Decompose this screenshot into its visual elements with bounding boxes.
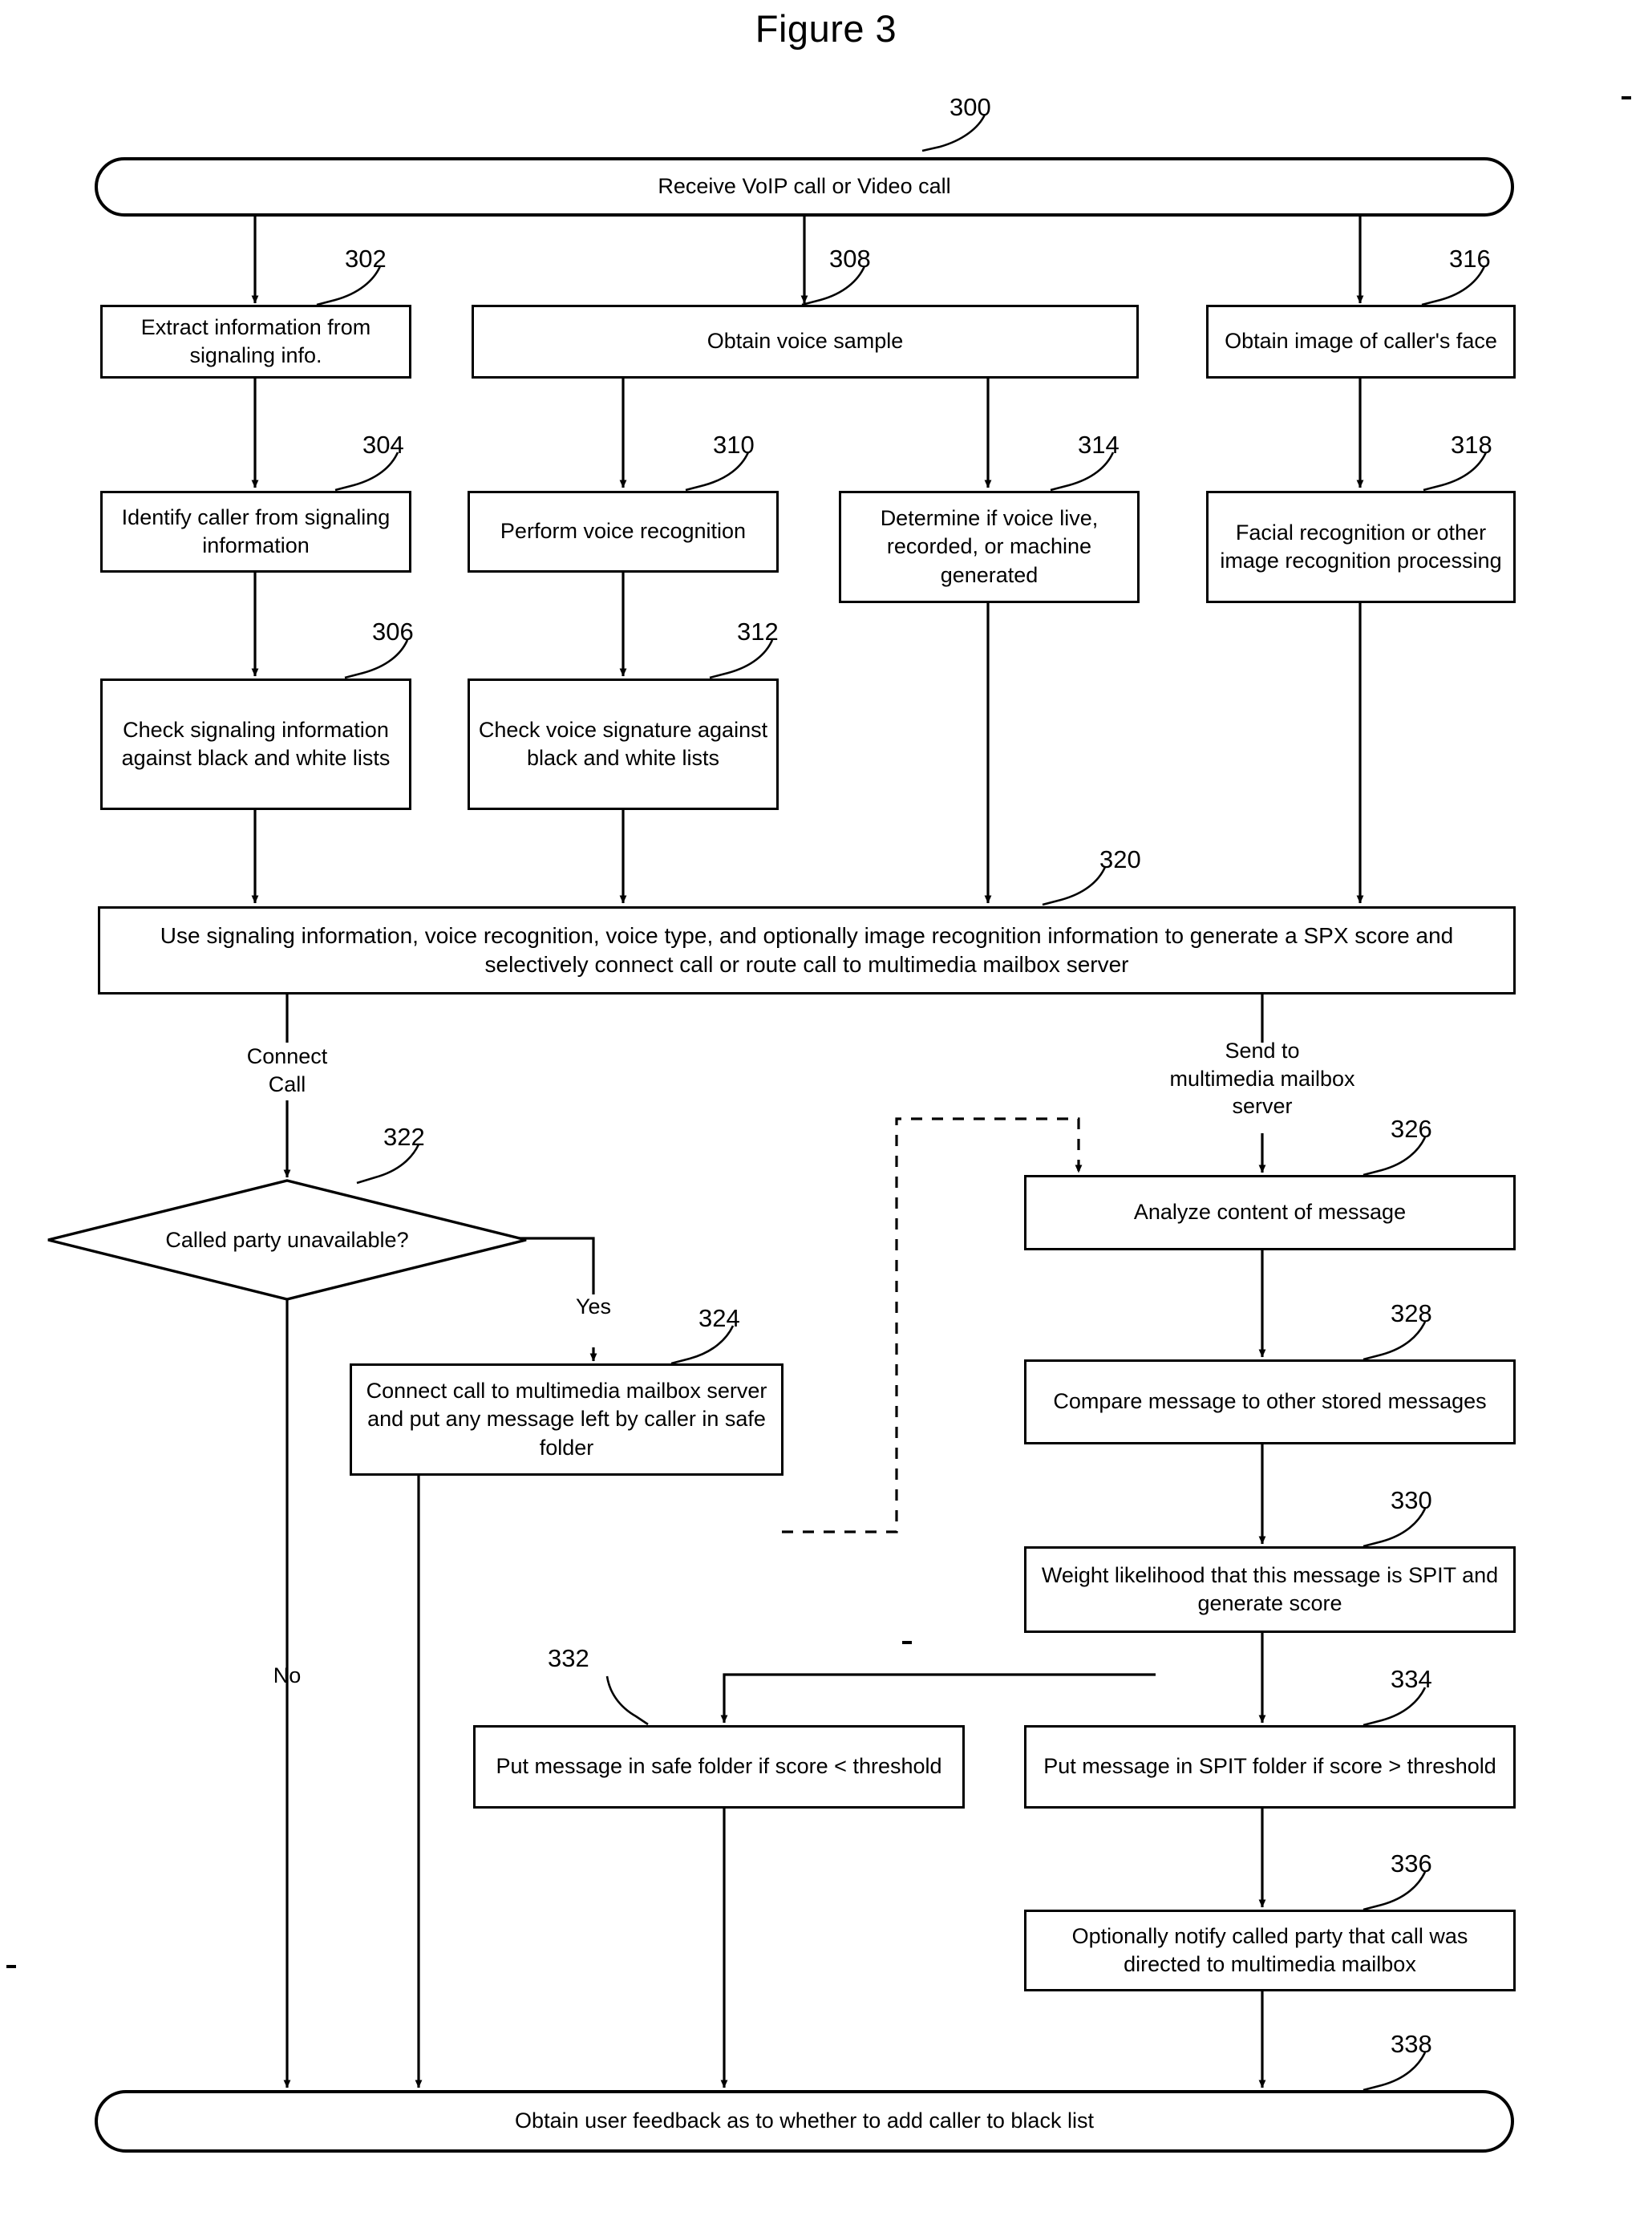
- node-receive-call[interactable]: Receive VoIP call or Video call: [95, 157, 1514, 217]
- node-connect-to-mailbox-safe[interactable]: Connect call to multimedia mailbox serve…: [350, 1363, 783, 1476]
- ref-number-338: 338: [1391, 2030, 1432, 2058]
- ref-number-322: 322: [383, 1123, 425, 1151]
- ref-number-318: 318: [1451, 431, 1492, 459]
- node-label: Obtain image of caller's face: [1225, 329, 1497, 354]
- node-label: Use signaling information, voice recogni…: [160, 922, 1454, 977]
- node-label: Connect call to multimedia mailbox serve…: [366, 1379, 767, 1460]
- node-label: Put message in safe folder if score < th…: [496, 1754, 942, 1779]
- figure-canvas: Figure 3 Receive VoIP call or Video call…: [0, 0, 1652, 2228]
- node-analyze-content[interactable]: Analyze content of message: [1024, 1175, 1516, 1250]
- node-extract-information[interactable]: Extract information from signaling info.: [100, 305, 411, 379]
- node-label: Put message in SPIT folder if score > th…: [1043, 1754, 1496, 1779]
- node-label: Obtain user feedback as to whether to ad…: [515, 2108, 1094, 2133]
- node-label: Identify caller from signaling informati…: [121, 504, 391, 557]
- edge-label-connect-call: Connect Call: [246, 1044, 328, 1096]
- ref-number-308: 308: [829, 245, 871, 273]
- edge-label-no: No: [273, 1663, 302, 1687]
- ref-number-306: 306: [372, 618, 414, 646]
- node-facial-recognition[interactable]: Facial recognition or other image recogn…: [1206, 491, 1516, 603]
- node-label: Receive VoIP call or Video call: [658, 174, 951, 199]
- node-determine-voice-type[interactable]: Determine if voice live, recorded, or ma…: [839, 491, 1140, 603]
- node-label: Determine if voice live, recorded, or ma…: [880, 506, 1099, 587]
- ref-number-326: 326: [1391, 1115, 1432, 1143]
- ref-number-302: 302: [345, 245, 387, 273]
- node-label: Perform voice recognition: [500, 519, 747, 544]
- ref-number-310: 310: [713, 431, 755, 459]
- ref-number-336: 336: [1391, 1849, 1432, 1878]
- node-put-message-safe-folder[interactable]: Put message in safe folder if score < th…: [473, 1725, 965, 1809]
- node-label: Extract information from signaling info.: [140, 314, 371, 367]
- node-identify-caller[interactable]: Identify caller from signaling informati…: [100, 491, 411, 573]
- node-obtain-user-feedback[interactable]: Obtain user feedback as to whether to ad…: [95, 2090, 1514, 2153]
- node-label: Facial recognition or other image recogn…: [1220, 520, 1502, 573]
- node-notify-called-party[interactable]: Optionally notify called party that call…: [1024, 1910, 1516, 1991]
- ref-number-330: 330: [1391, 1486, 1432, 1514]
- node-check-signaling-lists[interactable]: Check signaling information against blac…: [100, 679, 411, 810]
- ref-number-304: 304: [362, 431, 404, 459]
- node-generate-spx-score[interactable]: Use signaling information, voice recogni…: [98, 906, 1516, 994]
- node-label: Obtain voice sample: [707, 329, 904, 354]
- ref-number-300: 300: [949, 93, 991, 121]
- node-perform-voice-recognition[interactable]: Perform voice recognition: [468, 491, 779, 573]
- ref-number-324: 324: [698, 1304, 740, 1332]
- ref-number-334: 334: [1391, 1665, 1432, 1693]
- edge-label-yes: Yes: [575, 1294, 612, 1319]
- node-check-voice-signature[interactable]: Check voice signature against black and …: [468, 679, 779, 810]
- node-compare-message[interactable]: Compare message to other stored messages: [1024, 1359, 1516, 1444]
- ref-number-316: 316: [1449, 245, 1491, 273]
- ref-number-328: 328: [1391, 1299, 1432, 1327]
- edge-label-send-to-mailbox: Send to multimedia mailbox server: [1169, 1039, 1355, 1119]
- node-label: Called party unavailable?: [165, 1227, 409, 1252]
- node-label: Compare message to other stored messages: [1053, 1389, 1487, 1414]
- node-obtain-image-face[interactable]: Obtain image of caller's face: [1206, 305, 1516, 379]
- node-weight-likelihood-spit[interactable]: Weight likelihood that this message is S…: [1024, 1546, 1516, 1633]
- node-label: Optionally notify called party that call…: [1071, 1923, 1468, 1976]
- ref-number-312: 312: [737, 618, 779, 646]
- node-obtain-voice-sample[interactable]: Obtain voice sample: [472, 305, 1139, 379]
- ref-number-320: 320: [1099, 845, 1141, 873]
- node-label: Check signaling information against blac…: [121, 717, 391, 770]
- node-called-party-unavailable[interactable]: Called party unavailable?: [47, 1179, 528, 1301]
- node-label: Analyze content of message: [1133, 1200, 1407, 1225]
- node-put-message-spit-folder[interactable]: Put message in SPIT folder if score > th…: [1024, 1725, 1516, 1809]
- node-label: Weight likelihood that this message is S…: [1041, 1562, 1499, 1615]
- ref-number-314: 314: [1078, 431, 1120, 459]
- figure-title: Figure 3: [755, 7, 897, 50]
- node-label: Check voice signature against black and …: [478, 717, 768, 770]
- ref-number-332: 332: [548, 1644, 589, 1672]
